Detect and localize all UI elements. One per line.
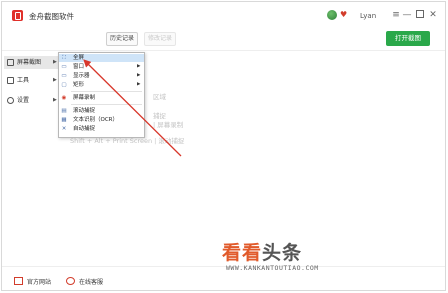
scroll-capture-icon: ▤ <box>61 108 67 114</box>
app-title: 金舟截图软件 <box>29 12 74 21</box>
menu-item-screen-record[interactable]: ◉ 屏幕录制 <box>59 94 144 102</box>
title-bar: 金舟截图软件 ♥ Lyan ≡ — ✕ <box>2 2 445 28</box>
screenshot-icon <box>7 59 14 66</box>
screenshot-dropdown-menu: ⛶ 全屏 ▭ 窗口 ▶ ▭ 显示器 ▶ ▢ 矩形 ▶ ◉ 屏幕录制 ▤ 滚动捕捉… <box>58 52 145 138</box>
menu-item-label: 矩形 <box>73 82 85 88</box>
monitor-icon <box>14 277 23 285</box>
settings-icon <box>7 97 14 104</box>
official-site-label: 官方网站 <box>27 279 52 286</box>
menu-item-scroll-capture[interactable]: ▤ 滚动捕捉 <box>59 107 144 115</box>
menu-icon[interactable]: ≡ <box>391 10 401 20</box>
username[interactable]: Lyan <box>360 12 376 20</box>
rectangle-icon: ▢ <box>61 82 67 88</box>
sidebar-item-screenshot[interactable]: 屏幕截图 ▶ <box>4 56 58 69</box>
chevron-right-icon: ▶ <box>137 82 141 87</box>
edit-record-button[interactable]: 修改记录 <box>144 32 176 46</box>
app-logo-icon <box>12 10 23 21</box>
shortcut-hint: | 屏幕录制 <box>153 121 184 129</box>
online-service-label: 在线客服 <box>79 279 104 286</box>
menu-item-label: 全屏 <box>73 55 85 61</box>
maximize-icon <box>416 10 424 18</box>
maximize-button[interactable] <box>415 10 425 20</box>
menu-item-auto-capture[interactable]: ✕ 自动捕捉 <box>59 125 144 133</box>
online-service-link[interactable]: 在线客服 <box>66 277 103 286</box>
chevron-right-icon: ▶ <box>137 73 141 78</box>
menu-divider <box>71 91 142 92</box>
menu-item-fullscreen[interactable]: ⛶ 全屏 <box>59 54 144 62</box>
official-site-link[interactable]: 官方网站 <box>14 277 51 286</box>
menu-divider <box>71 104 142 105</box>
chevron-right-icon: ▶ <box>137 64 141 69</box>
menu-item-label: 屏幕录制 <box>73 95 96 101</box>
history-button[interactable]: 历史记录 <box>106 32 138 46</box>
toolbar: 历史记录 修改记录 打开截图 <box>2 28 445 51</box>
open-screenshot-button[interactable]: 打开截图 <box>386 31 430 46</box>
watermark: 看看头条 WWW.KANKANTOUTIAO.COM <box>222 238 332 288</box>
sidebar-item-settings[interactable]: 设置 ▶ <box>4 94 58 107</box>
sidebar-item-label: 工具 <box>17 77 30 84</box>
window-icon: ▭ <box>61 64 67 70</box>
record-icon: ◉ <box>61 95 67 101</box>
watermark-logo-text: 看看头条 <box>222 242 303 264</box>
sidebar-item-label: 屏幕截图 <box>17 59 42 66</box>
menu-item-window[interactable]: ▭ 窗口 ▶ <box>59 63 144 71</box>
sidebar-item-label: 设置 <box>17 97 30 104</box>
menu-item-monitor[interactable]: ▭ 显示器 ▶ <box>59 72 144 80</box>
chevron-right-icon: ▶ <box>53 59 57 65</box>
toolbox-icon <box>7 77 14 84</box>
menu-item-label: 自动捕捉 <box>73 126 96 132</box>
sidebar-item-tools[interactable]: 工具 ▶ <box>4 74 58 87</box>
fullscreen-icon: ⛶ <box>62 55 66 61</box>
close-button[interactable]: ✕ <box>428 10 438 20</box>
minimize-button[interactable]: — <box>402 10 412 20</box>
ocr-icon: ▦ <box>61 117 67 123</box>
vip-badge-icon: ♥ <box>340 10 348 19</box>
menu-item-ocr[interactable]: ▦ 文本识别（OCR） <box>59 116 144 124</box>
menu-item-label: 滚动捕捉 <box>73 108 96 114</box>
auto-capture-icon: ✕ <box>61 126 67 132</box>
watermark-url: WWW.KANKANTOUTIAO.COM <box>226 264 319 272</box>
menu-item-label: 显示器 <box>73 73 90 79</box>
chevron-right-icon: ▶ <box>53 77 57 83</box>
avatar[interactable] <box>327 10 337 20</box>
shortcut-hint: 区域 <box>153 93 166 101</box>
sidebar: 屏幕截图 ▶ 工具 ▶ 设置 ▶ <box>2 51 58 266</box>
menu-item-label: 窗口 <box>73 64 85 70</box>
monitor-icon: ▭ <box>61 73 67 79</box>
menu-item-label: 文本识别（OCR） <box>73 117 118 123</box>
menu-item-rectangle[interactable]: ▢ 矩形 ▶ <box>59 81 144 89</box>
chevron-right-icon: ▶ <box>53 97 57 103</box>
headset-icon <box>66 277 75 285</box>
